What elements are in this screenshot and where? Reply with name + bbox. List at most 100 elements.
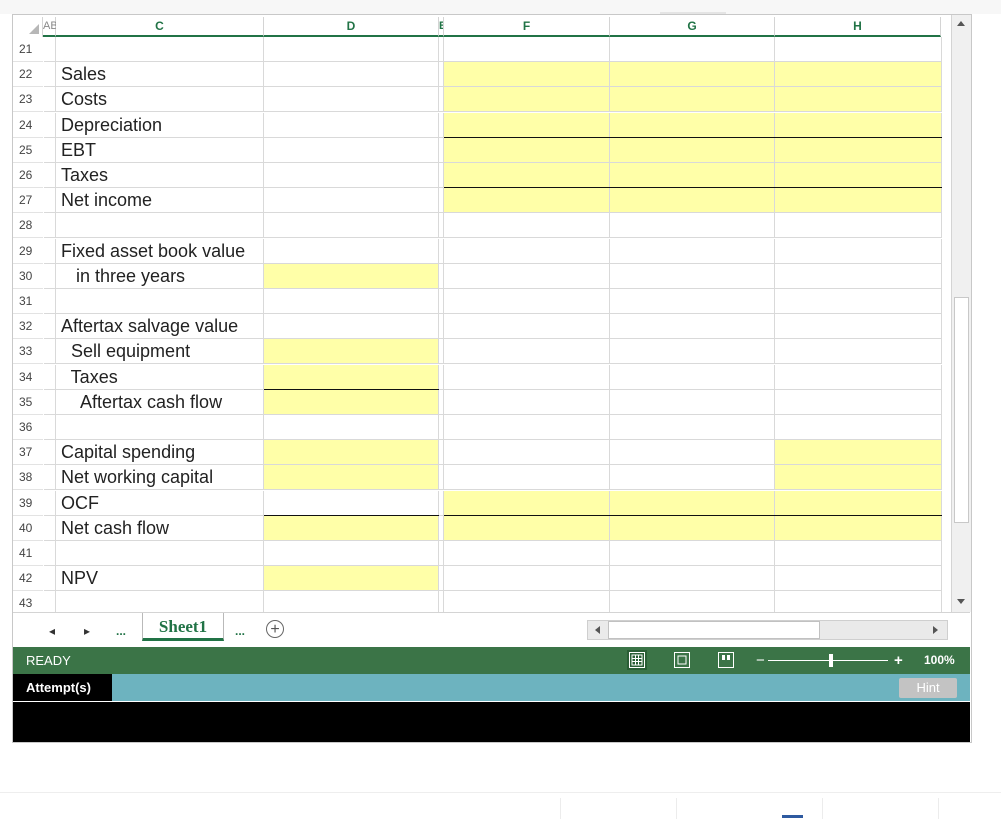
grid-cell[interactable] <box>775 389 942 415</box>
grid-cell[interactable] <box>775 188 942 214</box>
column-header-f[interactable]: F <box>444 17 610 37</box>
grid-cell[interactable] <box>44 213 56 239</box>
grid-cell[interactable] <box>444 289 610 314</box>
grid-cell[interactable] <box>775 213 942 239</box>
grid-cell[interactable] <box>44 289 56 314</box>
grid-cell[interactable] <box>444 415 610 440</box>
grid-cell[interactable] <box>775 163 942 188</box>
row-header[interactable]: 33 <box>13 339 43 365</box>
grid-cell[interactable] <box>44 314 56 340</box>
grid-cell[interactable] <box>264 440 439 466</box>
column-header-h[interactable]: H <box>775 17 941 37</box>
menu-dots-icon[interactable] <box>782 815 803 818</box>
row-header[interactable]: 32 <box>13 314 43 340</box>
vertical-scrollbar[interactable] <box>951 15 971 612</box>
grid-cell[interactable] <box>264 238 439 264</box>
prev-sheet-icon[interactable]: ◂ <box>49 624 55 638</box>
tab-sheet1[interactable]: Sheet1 <box>142 613 224 641</box>
grid-cell[interactable] <box>610 314 775 340</box>
row-header[interactable]: 23 <box>13 87 43 113</box>
grid-cell[interactable] <box>44 541 56 566</box>
grid-cell[interactable] <box>775 364 942 390</box>
grid-cell[interactable] <box>444 515 610 541</box>
row-header[interactable]: 22 <box>13 62 43 88</box>
grid-cell[interactable] <box>264 364 439 390</box>
grid-cell[interactable] <box>264 339 439 365</box>
grid-cell[interactable] <box>610 490 775 516</box>
zoom-slider[interactable] <box>768 660 888 661</box>
grid-cell[interactable] <box>775 289 942 314</box>
grid-cell[interactable] <box>264 37 439 62</box>
grid-cell[interactable] <box>444 339 610 365</box>
grid-cell[interactable] <box>610 389 775 415</box>
grid-cell[interactable] <box>775 515 942 541</box>
label-cell[interactable]: Aftertax cash flow <box>56 389 264 415</box>
grid-cell[interactable] <box>44 238 56 264</box>
scroll-up-icon[interactable] <box>957 21 965 26</box>
grid-cell[interactable] <box>775 465 942 491</box>
label-cell[interactable]: Net cash flow <box>56 515 264 541</box>
grid-cell[interactable] <box>264 465 439 491</box>
grid-cell[interactable] <box>264 112 439 138</box>
row-header[interactable]: 24 <box>13 113 43 138</box>
grid-cell[interactable] <box>44 490 56 516</box>
grid-cell[interactable] <box>610 37 775 62</box>
grid-cell[interactable] <box>444 188 610 214</box>
grid-cell[interactable] <box>444 490 610 516</box>
next-sheet-icon[interactable]: ▸ <box>84 624 90 638</box>
grid-cell[interactable] <box>444 591 610 612</box>
row-header[interactable]: 26 <box>13 163 43 188</box>
grid-cell[interactable] <box>444 566 610 592</box>
scroll-left-icon[interactable] <box>595 626 600 634</box>
label-cell[interactable]: EBT <box>56 137 264 163</box>
grid-cell[interactable] <box>610 566 775 592</box>
select-all-corner[interactable] <box>13 17 43 37</box>
grid-cell[interactable] <box>44 137 56 163</box>
grid-cell[interactable] <box>444 87 610 113</box>
grid-cell[interactable] <box>775 112 942 138</box>
label-cell[interactable]: Net working capital <box>56 465 264 491</box>
grid-cell[interactable] <box>775 415 942 440</box>
label-cell[interactable]: Aftertax salvage value <box>56 314 264 340</box>
row-header[interactable]: 42 <box>13 566 43 592</box>
grid-cell[interactable] <box>444 238 610 264</box>
grid-cell[interactable] <box>444 37 610 62</box>
grid-cell[interactable] <box>264 389 439 415</box>
label-cell[interactable] <box>56 37 264 62</box>
zoom-in-button[interactable]: + <box>894 647 903 674</box>
page-layout-view-icon[interactable] <box>674 652 690 668</box>
cell-grid[interactable]: Sales Costs Depreciation EBT Taxes Net income… <box>44 37 942 612</box>
horizontal-scroll-thumb[interactable] <box>608 621 820 639</box>
label-cell[interactable] <box>56 591 264 612</box>
grid-cell[interactable] <box>264 415 439 440</box>
grid-cell[interactable] <box>610 415 775 440</box>
row-header[interactable]: 29 <box>13 239 43 264</box>
grid-cell[interactable] <box>610 364 775 390</box>
label-cell[interactable]: in three years <box>56 263 264 289</box>
horizontal-scrollbar[interactable] <box>587 620 948 640</box>
grid-cell[interactable] <box>444 62 610 88</box>
grid-cell[interactable] <box>610 465 775 491</box>
grid-cell[interactable] <box>44 515 56 541</box>
row-header[interactable]: 31 <box>13 289 43 314</box>
zoom-level[interactable]: 100% <box>924 647 955 674</box>
grid-cell[interactable] <box>775 591 942 612</box>
grid-cell[interactable] <box>610 87 775 113</box>
label-cell[interactable]: Taxes <box>56 163 264 188</box>
row-header[interactable]: 28 <box>13 213 43 239</box>
grid-cell[interactable] <box>775 339 942 365</box>
grid-cell[interactable] <box>444 364 610 390</box>
label-cell[interactable]: OCF <box>56 490 264 516</box>
grid-cell[interactable] <box>775 238 942 264</box>
grid-cell[interactable] <box>444 541 610 566</box>
label-cell[interactable]: NPV <box>56 566 264 592</box>
row-header[interactable]: 39 <box>13 491 43 516</box>
grid-cell[interactable] <box>264 541 439 566</box>
grid-cell[interactable] <box>610 339 775 365</box>
grid-cell[interactable] <box>610 112 775 138</box>
grid-cell[interactable] <box>444 389 610 415</box>
label-cell[interactable] <box>56 415 264 440</box>
grid-cell[interactable] <box>610 541 775 566</box>
grid-cell[interactable] <box>264 137 439 163</box>
grid-cell[interactable] <box>44 188 56 214</box>
